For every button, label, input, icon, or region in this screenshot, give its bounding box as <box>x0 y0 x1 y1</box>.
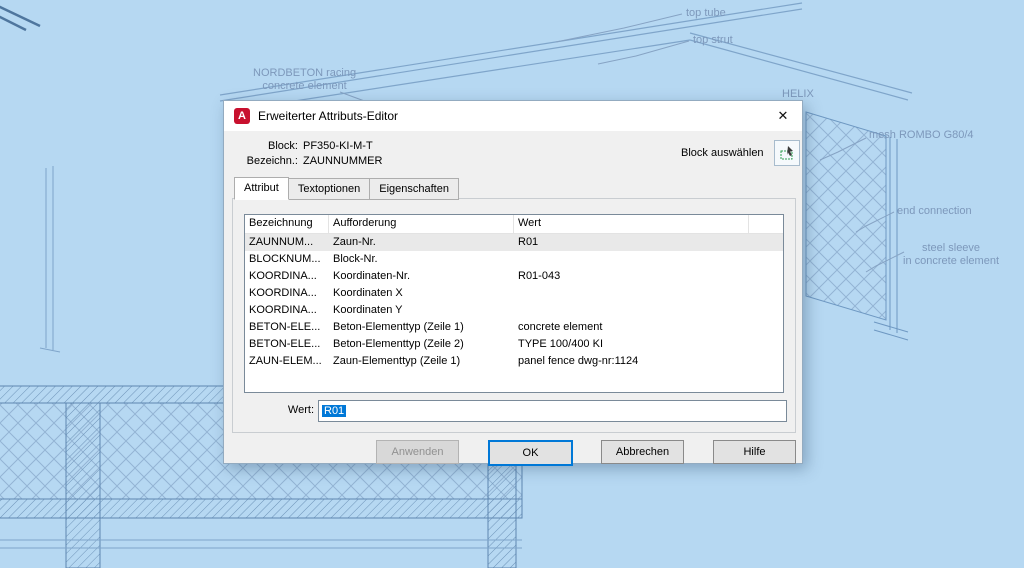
cell-filler <box>749 302 783 319</box>
cell-filler <box>749 353 783 370</box>
tab-eigenschaften[interactable]: Eigenschaften <box>369 178 459 200</box>
abbrechen-button[interactable]: Abbrechen <box>601 440 684 464</box>
cell-wert <box>514 251 749 268</box>
cell-wert <box>514 285 749 302</box>
cell-wert <box>514 302 749 319</box>
table-row[interactable]: BLOCKNUM... Block-Nr. <box>245 251 783 268</box>
cell-bezeichnung: BLOCKNUM... <box>245 251 329 268</box>
enhanced-attribute-editor-dialog: A Erweiterter Attributs-Editor ✕ Block: P… <box>223 100 803 464</box>
select-block-label: Block auswählen <box>681 147 764 159</box>
cell-filler <box>749 251 783 268</box>
block-row: Block: PF350-KI-M-T <box>236 140 373 152</box>
table-row[interactable]: BETON-ELE... Beton-Elementtyp (Zeile 2) … <box>245 336 783 353</box>
cell-wert: R01-043 <box>514 268 749 285</box>
tab-textoptionen[interactable]: Textoptionen <box>288 178 370 200</box>
cell-bezeichnung: BETON-ELE... <box>245 319 329 336</box>
select-block-icon <box>779 145 795 161</box>
cell-filler <box>749 319 783 336</box>
cad-annotation: end connection <box>897 205 972 218</box>
cell-aufforderung: Block-Nr. <box>329 251 514 268</box>
block-label: Block: <box>236 140 298 152</box>
header-bezeichnung[interactable]: Bezeichnung <box>245 215 329 233</box>
hilfe-button[interactable]: Hilfe <box>713 440 796 464</box>
header-filler <box>749 215 783 233</box>
ok-button[interactable]: OK <box>488 440 573 466</box>
autocad-icon: A <box>234 108 250 124</box>
cad-annotation: NORDBETON racingconcrete element <box>253 67 356 93</box>
cell-aufforderung: Zaun-Nr. <box>329 234 514 251</box>
table-row[interactable]: KOORDINA... Koordinaten X <box>245 285 783 302</box>
selected-text: R01 <box>322 405 346 417</box>
cad-annotation: top strut <box>693 34 733 47</box>
dialog-titlebar[interactable]: A Erweiterter Attributs-Editor ✕ <box>224 101 802 131</box>
header-aufforderung[interactable]: Aufforderung <box>329 215 514 233</box>
attribute-table-header: Bezeichnung Aufforderung Wert <box>245 215 783 234</box>
cell-bezeichnung: KOORDINA... <box>245 302 329 319</box>
cell-aufforderung: Koordinaten-Nr. <box>329 268 514 285</box>
table-row[interactable]: ZAUN-ELEM... Zaun-Elementtyp (Zeile 1) p… <box>245 353 783 370</box>
cell-filler <box>749 234 783 251</box>
cell-aufforderung: Koordinaten Y <box>329 302 514 319</box>
cell-filler <box>749 285 783 302</box>
table-row[interactable]: BETON-ELE... Beton-Elementtyp (Zeile 1) … <box>245 319 783 336</box>
cell-wert: panel fence dwg-nr:1124 <box>514 353 749 370</box>
header-wert[interactable]: Wert <box>514 215 749 233</box>
wert-label: Wert: <box>244 404 314 416</box>
table-row[interactable]: KOORDINA... Koordinaten Y <box>245 302 783 319</box>
close-icon[interactable]: ✕ <box>764 101 802 131</box>
table-row[interactable]: ZAUNNUM... Zaun-Nr. R01 <box>245 234 783 251</box>
cell-aufforderung: Zaun-Elementtyp (Zeile 1) <box>329 353 514 370</box>
cell-wert: concrete element <box>514 319 749 336</box>
cad-annotation: steel sleevein concrete element <box>903 242 999 268</box>
attribute-table-body: ZAUNNUM... Zaun-Nr. R01 BLOCKNUM... Bloc… <box>245 234 783 370</box>
bezeichnung-row: Bezeichn.: ZAUNNUMMER <box>236 155 382 167</box>
attribute-table: Bezeichnung Aufforderung Wert ZAUNNUM...… <box>244 214 784 393</box>
cad-annotation: top tube <box>686 7 726 20</box>
cell-filler <box>749 336 783 353</box>
anwenden-button[interactable]: Anwenden <box>376 440 459 464</box>
cell-wert: R01 <box>514 234 749 251</box>
cell-aufforderung: Beton-Elementtyp (Zeile 1) <box>329 319 514 336</box>
cell-filler <box>749 268 783 285</box>
table-row[interactable]: KOORDINA... Koordinaten-Nr. R01-043 <box>245 268 783 285</box>
cell-wert: TYPE 100/400 KI <box>514 336 749 353</box>
cell-bezeichnung: ZAUN-ELEM... <box>245 353 329 370</box>
tab-strip: Attribut Textoptionen Eigenschaften <box>234 178 458 200</box>
block-value: PF350-KI-M-T <box>303 140 373 152</box>
select-block-button[interactable] <box>774 140 800 166</box>
cad-annotation: mesh ROMBO G80/4 <box>869 129 974 142</box>
bezeichn-value: ZAUNNUMMER <box>303 155 382 167</box>
cell-bezeichnung: KOORDINA... <box>245 268 329 285</box>
wert-input[interactable]: R01 <box>318 400 787 422</box>
tab-attribut[interactable]: Attribut <box>234 177 289 200</box>
cell-bezeichnung: ZAUNNUM... <box>245 234 329 251</box>
bezeichn-label: Bezeichn.: <box>236 155 298 167</box>
cell-bezeichnung: BETON-ELE... <box>245 336 329 353</box>
cell-bezeichnung: KOORDINA... <box>245 285 329 302</box>
cell-aufforderung: Koordinaten X <box>329 285 514 302</box>
dialog-title: Erweiterter Attributs-Editor <box>258 109 398 123</box>
cell-aufforderung: Beton-Elementtyp (Zeile 2) <box>329 336 514 353</box>
